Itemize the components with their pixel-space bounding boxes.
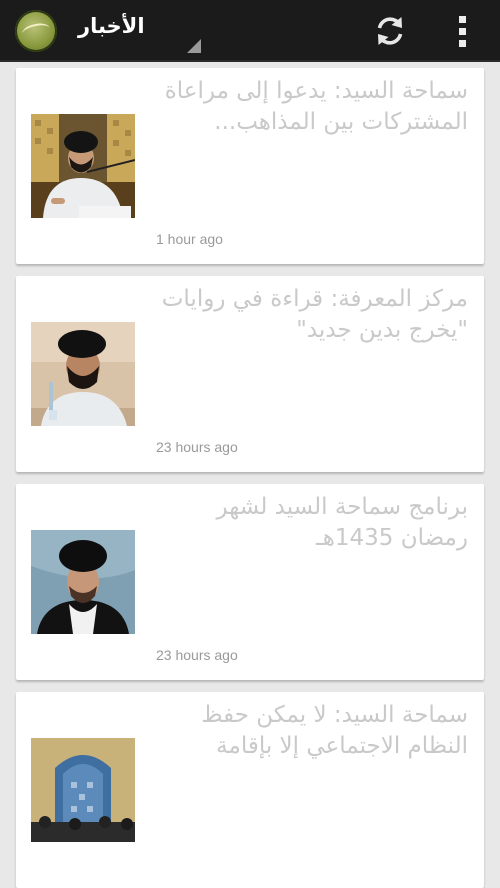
news-title[interactable]: برنامج سماحة السيد لشهر رمضان 1435هـ <box>148 492 468 554</box>
overflow-menu-button[interactable] <box>446 11 486 51</box>
mosque-photo-image <box>31 738 135 842</box>
news-thumbnail[interactable] <box>31 530 135 634</box>
speaker-photo-image <box>31 322 135 426</box>
news-card[interactable]: برنامج سماحة السيد لشهر رمضان 1435هـ 23 … <box>16 484 484 680</box>
dropdown-indicator-icon[interactable] <box>187 39 201 53</box>
news-timestamp: 1 hour ago <box>156 231 223 247</box>
news-card[interactable]: سماحة السيد: لا يمكن حفظ النظام الاجتماع… <box>16 692 484 888</box>
refresh-icon <box>377 17 403 45</box>
news-title[interactable]: سماحة السيد: يدعوا إلى مراعاة المشتركات … <box>148 76 468 138</box>
action-bar: الأخبار <box>0 0 500 62</box>
app-logo-icon[interactable] <box>15 10 57 52</box>
news-timestamp: 23 hours ago <box>156 439 238 455</box>
news-timestamp: 23 hours ago <box>156 647 238 663</box>
overflow-menu-icon <box>459 16 467 52</box>
news-title[interactable]: سماحة السيد: لا يمكن حفظ النظام الاجتماع… <box>148 700 468 762</box>
app-title[interactable]: الأخبار <box>78 14 145 38</box>
news-title[interactable]: مركز المعرفة: قراءة في روايات "يخرج بدين… <box>148 284 468 346</box>
news-thumbnail[interactable] <box>31 322 135 426</box>
news-thumbnail[interactable] <box>31 738 135 842</box>
speaker-photo-image <box>31 114 135 218</box>
speaker-photo-image <box>31 530 135 634</box>
news-card[interactable]: مركز المعرفة: قراءة في روايات "يخرج بدين… <box>16 276 484 472</box>
news-card[interactable]: سماحة السيد: يدعوا إلى مراعاة المشتركات … <box>16 68 484 264</box>
news-thumbnail[interactable] <box>31 114 135 218</box>
refresh-button[interactable] <box>370 11 410 51</box>
